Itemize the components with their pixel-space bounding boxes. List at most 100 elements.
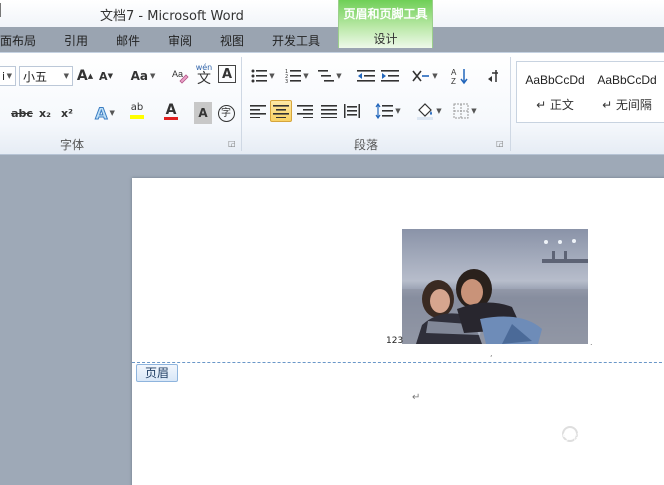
paragraph-mark: . xyxy=(590,338,593,347)
enclose-characters-icon: 字 xyxy=(217,104,235,122)
line-spacing-icon xyxy=(375,103,394,119)
chevron-down-icon: ▼ xyxy=(6,72,12,80)
svg-text:Z: Z xyxy=(451,77,456,85)
align-center-icon xyxy=(273,105,289,118)
increase-indent-icon xyxy=(381,70,399,82)
align-left-button[interactable] xyxy=(248,100,268,122)
font-size-value: 小五 xyxy=(23,69,48,84)
paragraph-dialog-launcher-icon[interactable]: ◲ xyxy=(496,139,504,148)
subscript-icon: x₂ xyxy=(39,106,51,120)
highlight-button[interactable]: ab xyxy=(122,100,152,122)
style-name: ↵ 无间隔 xyxy=(602,98,652,112)
character-shading-button[interactable]: A xyxy=(194,102,212,124)
tab-developer[interactable]: 开发工具 xyxy=(272,32,320,49)
superscript-icon: x² xyxy=(61,106,73,120)
numbering-button[interactable]: 1 2 3 ▼ xyxy=(282,65,312,87)
tab-review[interactable]: 审阅 xyxy=(168,32,192,49)
borders-button[interactable]: ▼ xyxy=(450,100,480,122)
distributed-icon xyxy=(344,104,360,118)
phonetic-char: 文 xyxy=(197,71,211,87)
tab-view[interactable]: 视图 xyxy=(220,32,244,49)
clear-format-button[interactable]: Aa xyxy=(170,64,190,86)
chinese-layout-button[interactable]: ▼ xyxy=(410,65,440,87)
window-edge-mark xyxy=(0,3,2,17)
decrease-indent-button[interactable] xyxy=(355,65,377,87)
header-footer-tools-title: 页眉和页脚工具 xyxy=(343,7,428,21)
shrink-font-icon: A xyxy=(99,69,108,83)
justify-button[interactable] xyxy=(319,100,339,122)
tab-page-layout[interactable]: 面布局 xyxy=(0,32,36,49)
align-right-icon xyxy=(297,105,313,118)
align-right-button[interactable] xyxy=(295,100,315,122)
sort-button[interactable]: AZ xyxy=(448,65,472,87)
header-photo-couple[interactable] xyxy=(402,229,588,344)
paragraph-group-label: 段落 xyxy=(354,138,379,152)
sort-icon: AZ xyxy=(451,68,468,85)
grow-font-button[interactable]: A ▲ xyxy=(76,65,94,87)
highlight-color-bar xyxy=(130,115,144,119)
window-title: 文档7 - Microsoft Word xyxy=(100,9,244,24)
font-color-button[interactable]: A xyxy=(156,100,186,122)
shading-button[interactable]: ▼ xyxy=(414,100,444,122)
highlight-icon: ab xyxy=(130,102,144,113)
change-case-icon: Aa xyxy=(130,69,148,83)
tab-mailings[interactable]: 邮件 xyxy=(116,32,140,49)
enclose-characters-button[interactable]: 字 xyxy=(216,102,236,124)
header-label-tag: 页眉 xyxy=(136,364,178,382)
svg-text:A: A xyxy=(451,68,457,77)
font-size-combo[interactable]: 小五 ▼ xyxy=(19,66,73,86)
group-divider xyxy=(241,57,242,151)
align-left-icon xyxy=(250,105,266,118)
font-color-bar xyxy=(164,116,178,120)
distributed-button[interactable] xyxy=(342,100,362,122)
justify-icon xyxy=(321,105,337,118)
ribbon-tab-row: 面布局 引用 邮件 审阅 视图 开发工具 xyxy=(0,27,664,52)
style-sample-text: AaBbCcDd xyxy=(525,73,585,87)
svg-text:3: 3 xyxy=(285,79,288,83)
paint-bucket-icon xyxy=(417,103,434,120)
superscript-button[interactable]: x² xyxy=(58,102,76,124)
paragraph-mark-icon xyxy=(488,70,498,82)
tab-references[interactable]: 引用 xyxy=(64,32,88,49)
character-border-button[interactable]: A xyxy=(218,65,236,83)
strikethrough-button[interactable]: abc xyxy=(10,102,34,124)
style-name: ↵ 正文 xyxy=(536,98,574,112)
style-no-spacing[interactable]: AaBbCcDd ↵ 无间隔 xyxy=(591,66,663,120)
tab-design[interactable]: 设计 xyxy=(339,30,432,47)
strikethrough-icon: abc xyxy=(11,106,33,120)
bullets-button[interactable]: ▼ xyxy=(248,65,278,87)
paragraph-mark: , xyxy=(490,349,493,358)
font-group-label: 字体 xyxy=(60,138,85,152)
watermark-text: S 快吧经验 xyxy=(562,431,617,444)
show-marks-button[interactable] xyxy=(484,65,502,87)
font-name-combo[interactable]: i ▼ xyxy=(0,66,16,86)
line-spacing-button[interactable]: ▼ xyxy=(373,100,403,122)
phonetic-guide-button[interactable]: wén 文 xyxy=(193,62,215,88)
font-name-value: i xyxy=(2,69,6,83)
subscript-button[interactable]: x₂ xyxy=(36,102,54,124)
style-sample-text: AaBbCcDd xyxy=(597,73,657,87)
style-normal[interactable]: AaBbCcDd ↵ 正文 xyxy=(519,66,591,120)
multilevel-list-button[interactable]: ▼ xyxy=(316,65,344,87)
align-center-button[interactable] xyxy=(270,100,292,122)
bullets-icon xyxy=(251,69,268,83)
grow-font-icon: A xyxy=(76,68,88,84)
multilevel-list-icon xyxy=(318,70,335,82)
svg-text:Aa: Aa xyxy=(172,69,183,79)
header-number-text: 123 xyxy=(386,336,404,346)
borders-icon xyxy=(453,103,469,119)
increase-indent-button[interactable] xyxy=(379,65,401,87)
decrease-indent-icon xyxy=(357,70,375,82)
font-color-icon: A xyxy=(165,101,177,118)
chevron-down-icon: ▼ xyxy=(63,72,69,80)
clear-format-icon: Aa xyxy=(172,69,189,84)
shrink-font-button[interactable]: A ▼ xyxy=(97,65,115,87)
title-bar: 文档7 - Microsoft Word xyxy=(0,0,664,27)
character-border-icon: A xyxy=(221,66,233,82)
text-effects-button[interactable]: A ▼ xyxy=(91,102,119,124)
font-dialog-launcher-icon[interactable]: ◲ xyxy=(228,139,236,148)
body-paragraph-mark[interactable]: ↵ xyxy=(412,392,420,403)
change-case-button[interactable]: Aa ▼ xyxy=(129,65,157,87)
numbering-icon: 123 xyxy=(285,69,302,83)
group-divider xyxy=(510,57,511,151)
